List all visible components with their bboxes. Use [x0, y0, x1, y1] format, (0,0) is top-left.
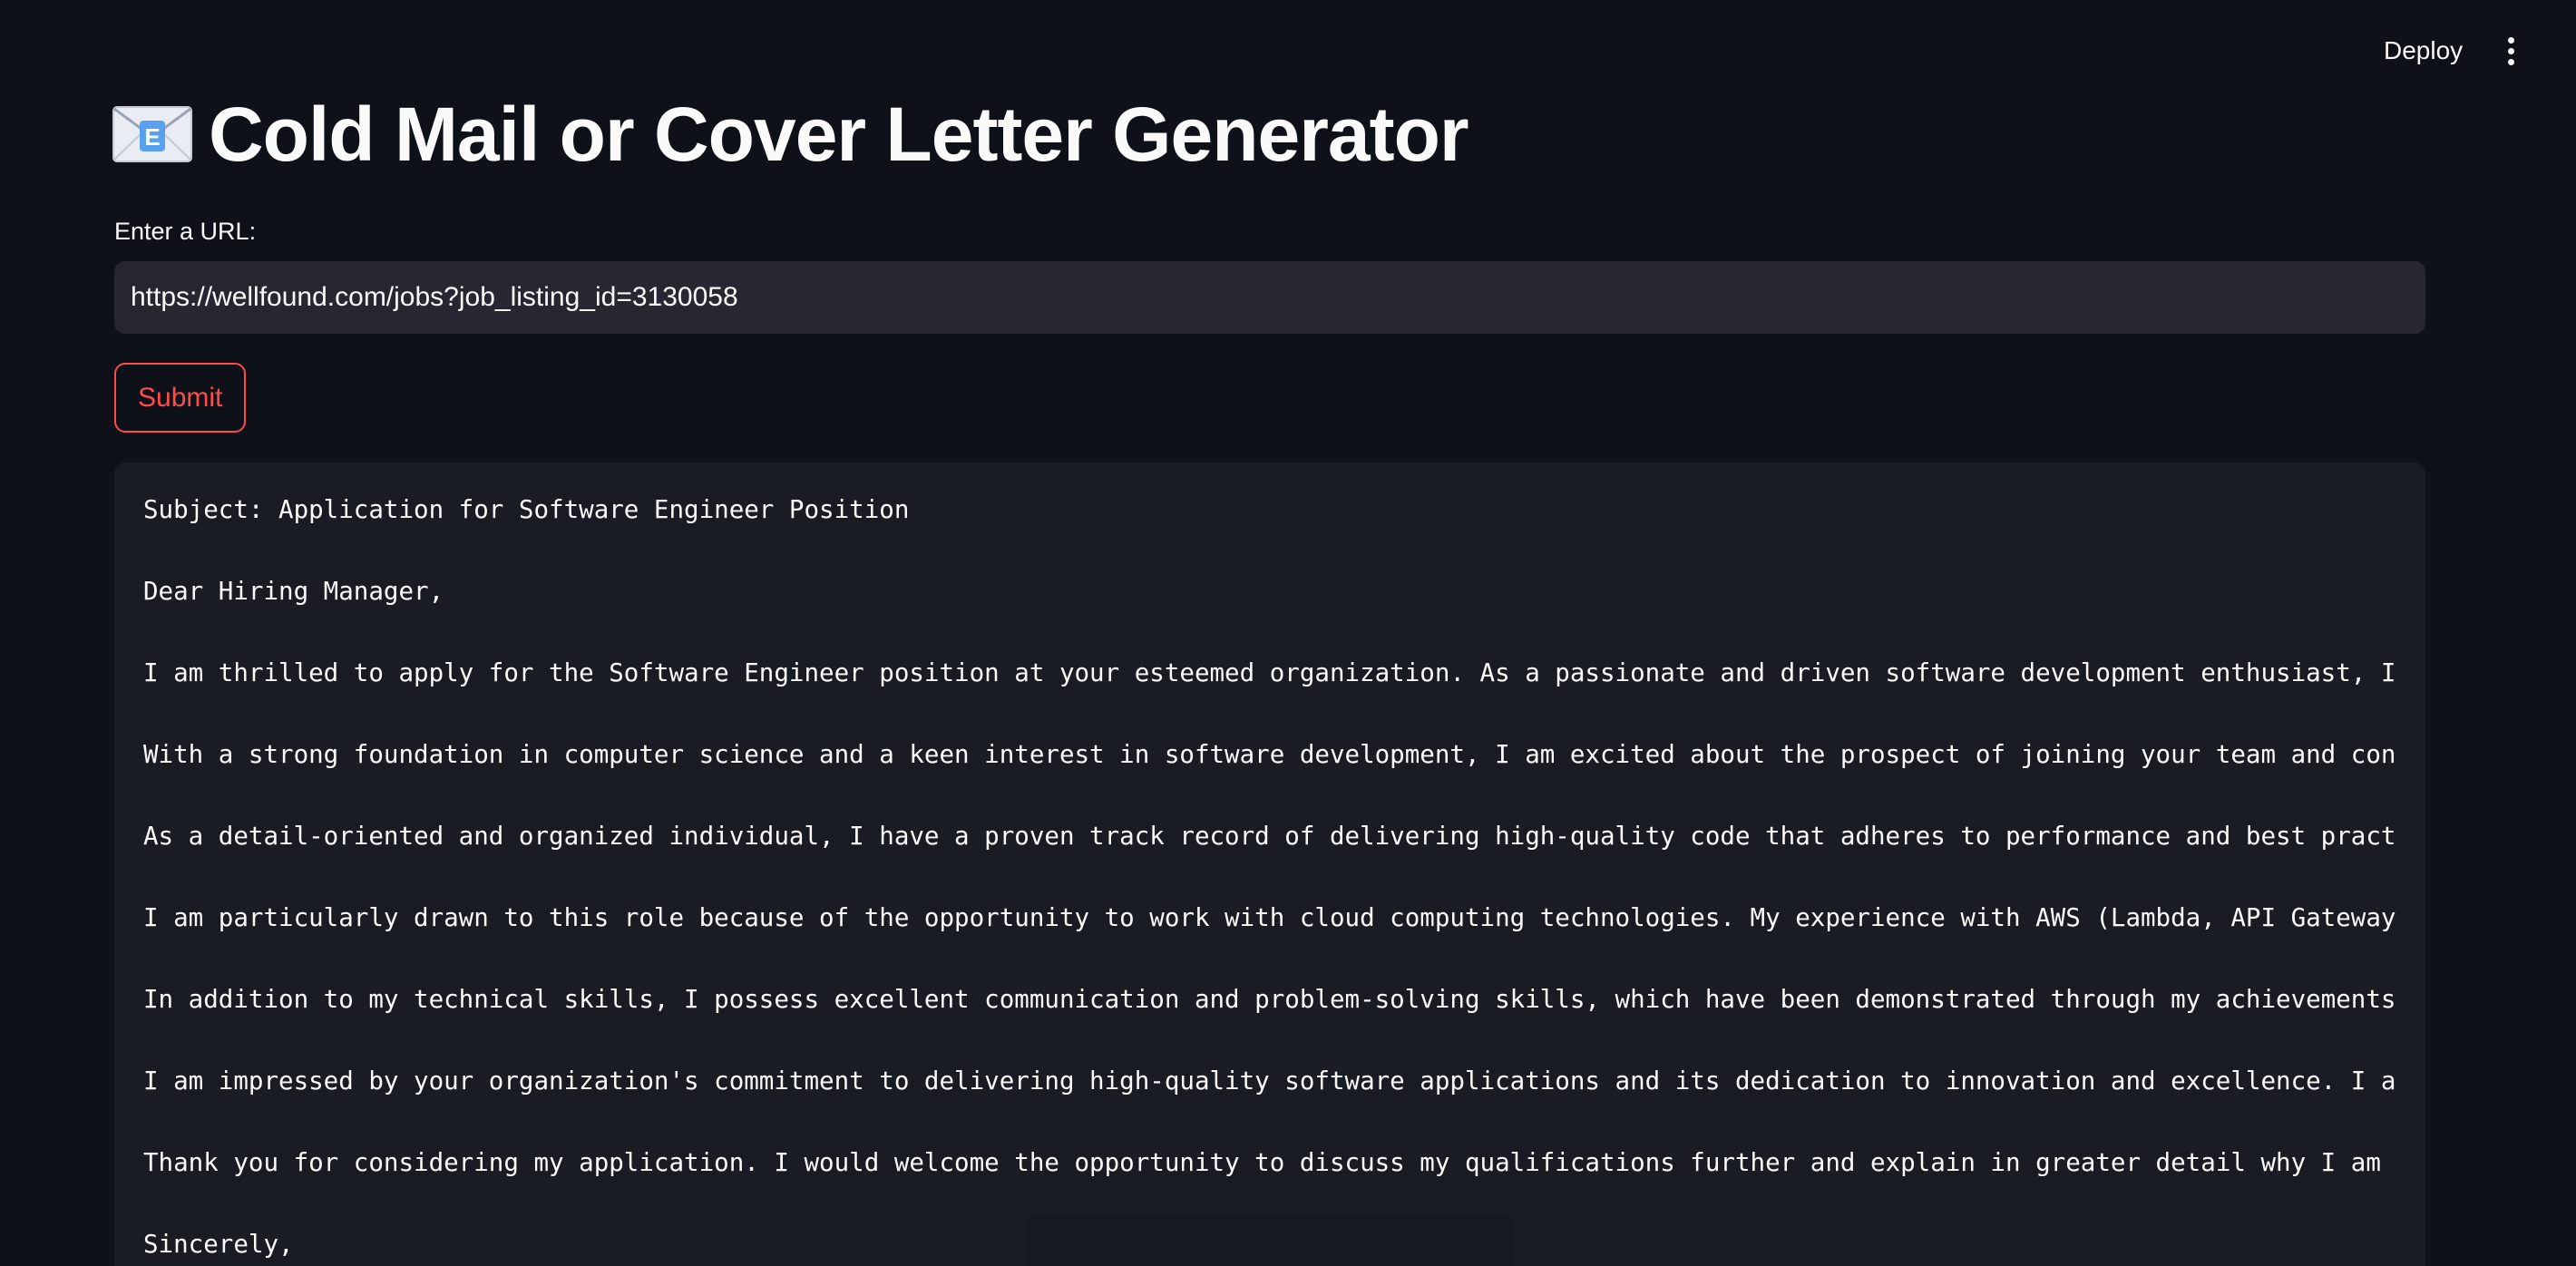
main-menu-button[interactable]	[2491, 31, 2531, 71]
submit-button[interactable]: Submit	[114, 363, 247, 433]
deploy-button[interactable]: Deploy	[2362, 31, 2484, 71]
email-paragraph: As a detail-oriented and organized indiv…	[143, 822, 2396, 851]
url-input[interactable]	[114, 261, 2425, 334]
envelope-icon: E	[112, 106, 192, 162]
email-subject-line: Subject: Application for Software Engine…	[143, 495, 910, 524]
email-paragraph: I am particularly drawn to this role bec…	[143, 903, 2396, 932]
email-paragraph: In addition to my technical skills, I po…	[143, 985, 2396, 1014]
email-paragraph: With a strong foundation in computer sci…	[143, 740, 2396, 769]
page-title: Cold Mail or Cover Letter Generator	[209, 91, 1469, 177]
email-paragraph: I am thrilled to apply for the Software …	[143, 658, 2396, 687]
vertical-ellipsis-icon-dot	[2507, 58, 2514, 65]
vertical-ellipsis-icon	[2507, 36, 2514, 44]
page-title-row: E Cold Mail or Cover Letter Generator	[112, 89, 1469, 180]
app-root: Deploy E Cold Mail or Cover Letter Gener…	[0, 0, 2576, 1266]
email-paragraph: I am impressed by your organization's co…	[143, 1066, 2396, 1096]
generated-email-code-block: Subject: Application for Software Engine…	[114, 463, 2425, 1266]
header-toolbar: Deploy	[0, 0, 2576, 102]
email-greeting-line: Dear Hiring Manager,	[143, 577, 444, 606]
url-field-label: Enter a URL:	[114, 218, 257, 245]
vertical-ellipsis-icon-dot	[2507, 47, 2514, 54]
svg-text:E: E	[144, 123, 160, 151]
status-widget-shadow	[1025, 1215, 1515, 1266]
email-paragraph: Thank you for considering my application…	[143, 1148, 2381, 1177]
